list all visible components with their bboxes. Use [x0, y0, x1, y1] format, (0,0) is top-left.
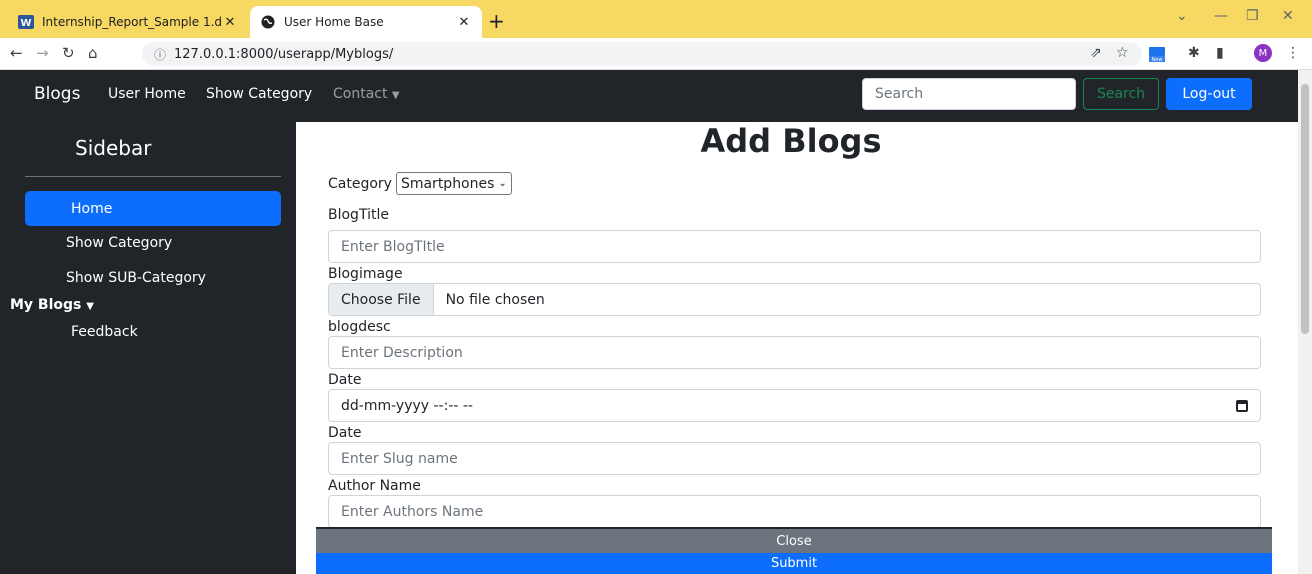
search-input[interactable]	[862, 78, 1076, 110]
extension-new-icon[interactable]: New	[1148, 45, 1166, 67]
minimize-icon[interactable]: —	[1214, 8, 1228, 24]
blogtitle-label: BlogTitle	[328, 207, 389, 223]
url-bar[interactable]: ⓘ 127.0.0.1:8000/userapp/Myblogs/	[142, 42, 1142, 66]
navbar-brand[interactable]: Blogs	[34, 84, 80, 104]
blogimage-label: Blogimage	[328, 266, 403, 282]
chevron-down-icon: ⌄	[498, 178, 507, 189]
author-label: Author Name	[328, 478, 421, 494]
sidebar-divider	[25, 176, 281, 177]
date-input[interactable]: dd-mm-yyyy --:-- --	[328, 389, 1261, 422]
browser-tab-bar: W Internship_Report_Sample 1.docx ✕ User…	[0, 0, 1312, 38]
slug-label: Date	[328, 425, 362, 441]
address-bar: ← → ↻ ⌂ ⓘ 127.0.0.1:8000/userapp/Myblogs…	[0, 38, 1312, 70]
home-icon[interactable]: ⌂	[88, 44, 98, 62]
scrollbar-thumb[interactable]	[1301, 84, 1309, 334]
browser-tab-user-home[interactable]: User Home Base ✕	[250, 6, 482, 38]
browser-tab-word-doc[interactable]: W Internship_Report_Sample 1.docx ✕	[8, 6, 248, 38]
page-scrollbar[interactable]	[1298, 70, 1312, 574]
svg-text:New: New	[1152, 57, 1163, 63]
category-selected-value: Smartphones	[400, 175, 495, 192]
svg-text:W: W	[20, 18, 31, 29]
category-select[interactable]: Smartphones ⌄	[395, 172, 512, 195]
close-tab-icon[interactable]: ✕	[456, 15, 472, 30]
choose-file-button[interactable]: Choose File	[329, 284, 434, 315]
restore-icon[interactable]: ❐	[1246, 8, 1259, 24]
sidebar-title: Sidebar	[75, 136, 152, 160]
caret-down-icon: ▼	[86, 301, 94, 312]
close-tab-icon[interactable]: ✕	[222, 15, 238, 30]
globe-icon	[260, 14, 276, 30]
blogtitle-input[interactable]	[328, 230, 1261, 263]
date-label: Date	[328, 372, 362, 388]
share-icon[interactable]: ⇗	[1090, 45, 1102, 61]
nav-link-user-home[interactable]: User Home	[108, 86, 186, 102]
forward-icon[interactable]: →	[36, 44, 49, 62]
sidebar-item-show-sub-category[interactable]: Show SUB-Category	[25, 260, 281, 295]
author-input[interactable]	[328, 495, 1261, 528]
calendar-icon[interactable]	[1236, 399, 1248, 412]
category-row: Category Smartphones ⌄	[328, 172, 512, 195]
nav-dropdown-contact[interactable]: Contact ▼	[333, 86, 400, 102]
main-content: Add Blogs Category Smartphones ⌄ BlogTit…	[296, 122, 1298, 574]
reload-icon[interactable]: ↻	[62, 44, 75, 62]
back-icon[interactable]: ←	[10, 44, 23, 62]
window-close-icon[interactable]: ✕	[1282, 8, 1294, 24]
close-button[interactable]: Close	[316, 527, 1272, 553]
caret-down-icon: ▼	[391, 90, 400, 101]
sidebar-item-show-category[interactable]: Show Category	[25, 225, 281, 260]
file-status-text: No file chosen	[445, 291, 545, 308]
tab-title: Internship_Report_Sample 1.docx	[42, 15, 222, 29]
url-text: 127.0.0.1:8000/userapp/Myblogs/	[174, 46, 394, 62]
word-icon: W	[18, 14, 34, 30]
new-tab-button[interactable]: +	[488, 9, 505, 33]
nav-link-show-category[interactable]: Show Category	[206, 86, 312, 102]
tab-search-icon[interactable]: ⌄	[1176, 8, 1188, 24]
search-button[interactable]: Search	[1083, 78, 1159, 110]
site-info-icon[interactable]: ⓘ	[154, 46, 166, 63]
bookmark-star-icon[interactable]: ☆	[1116, 45, 1129, 61]
sidebar-dropdown-label: My Blogs	[10, 297, 82, 313]
blogimage-file-input[interactable]: Choose File No file chosen	[328, 283, 1261, 316]
logout-button[interactable]: Log-out	[1166, 78, 1252, 110]
sidebar-item-home[interactable]: Home	[25, 191, 281, 226]
profile-avatar[interactable]: M	[1254, 44, 1272, 62]
sidebar-dropdown-my-blogs[interactable]: My Blogs ▼	[10, 297, 94, 313]
category-label: Category	[328, 175, 392, 192]
nav-dropdown-label: Contact	[333, 86, 388, 102]
blogdesc-input[interactable]	[328, 336, 1261, 369]
sidebar: Sidebar Home Show Category Show SUB-Cate…	[0, 122, 296, 574]
date-value: dd-mm-yyyy --:-- --	[341, 397, 473, 414]
tab-title: User Home Base	[284, 15, 384, 29]
submit-button[interactable]: Submit	[316, 553, 1272, 574]
menu-dots-icon[interactable]: ⋮	[1286, 45, 1300, 61]
page-title: Add Blogs	[700, 122, 882, 160]
blogdesc-label: blogdesc	[328, 319, 391, 335]
sidebar-item-feedback[interactable]: Feedback	[71, 324, 138, 340]
top-navbar: Blogs User Home Show Category Contact ▼ …	[0, 70, 1298, 122]
side-panel-icon[interactable]: ▮	[1216, 45, 1224, 61]
slug-input[interactable]	[328, 442, 1261, 475]
extensions-puzzle-icon[interactable]: ✱	[1188, 45, 1200, 61]
